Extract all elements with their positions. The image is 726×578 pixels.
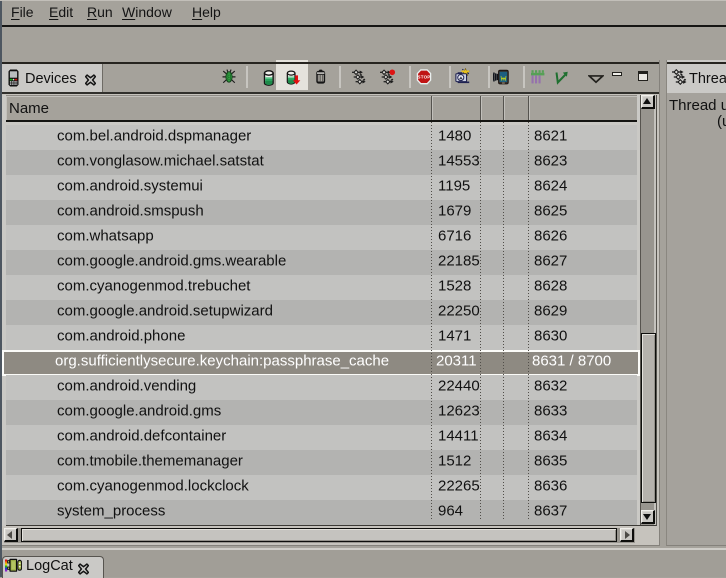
svg-text:STOP: STOP [418,75,431,80]
